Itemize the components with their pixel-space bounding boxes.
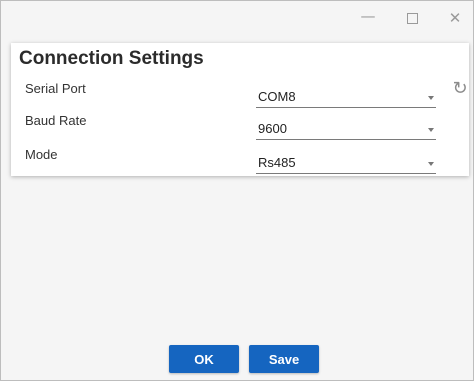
title-bar: — ✕ (1, 1, 473, 33)
serial-port-value: COM8 (258, 89, 296, 104)
card-title: Connection Settings (19, 48, 204, 69)
baud-rate-row: Baud Rate 9600 (11, 113, 469, 143)
chevron-down-icon (428, 128, 434, 132)
mode-select[interactable]: Rs485 (256, 151, 436, 174)
maximize-box (406, 12, 418, 24)
mode-value: Rs485 (258, 155, 296, 170)
close-icon[interactable]: ✕ (437, 7, 473, 29)
settings-window: — ✕ Connection Settings Serial Port COM8… (0, 0, 474, 381)
maximize-icon[interactable] (394, 7, 430, 29)
baud-rate-value: 9600 (258, 121, 287, 136)
chevron-down-icon (428, 162, 434, 166)
baud-rate-select[interactable]: 9600 (256, 117, 436, 140)
baud-rate-label: Baud Rate (25, 113, 87, 128)
serial-port-label: Serial Port (25, 81, 86, 96)
connection-settings-card: Connection Settings Serial Port COM8 ↻ B… (11, 43, 469, 176)
mode-label: Mode (25, 147, 58, 162)
chevron-down-icon (428, 96, 434, 100)
serial-port-select[interactable]: COM8 (256, 85, 436, 108)
mode-row: Mode Rs485 (11, 147, 469, 177)
ok-button[interactable]: OK (169, 345, 239, 373)
refresh-icon[interactable]: ↻ (449, 77, 471, 99)
minimize-icon[interactable]: — (350, 5, 386, 27)
save-button[interactable]: Save (249, 345, 319, 373)
serial-port-row: Serial Port COM8 (11, 81, 469, 111)
